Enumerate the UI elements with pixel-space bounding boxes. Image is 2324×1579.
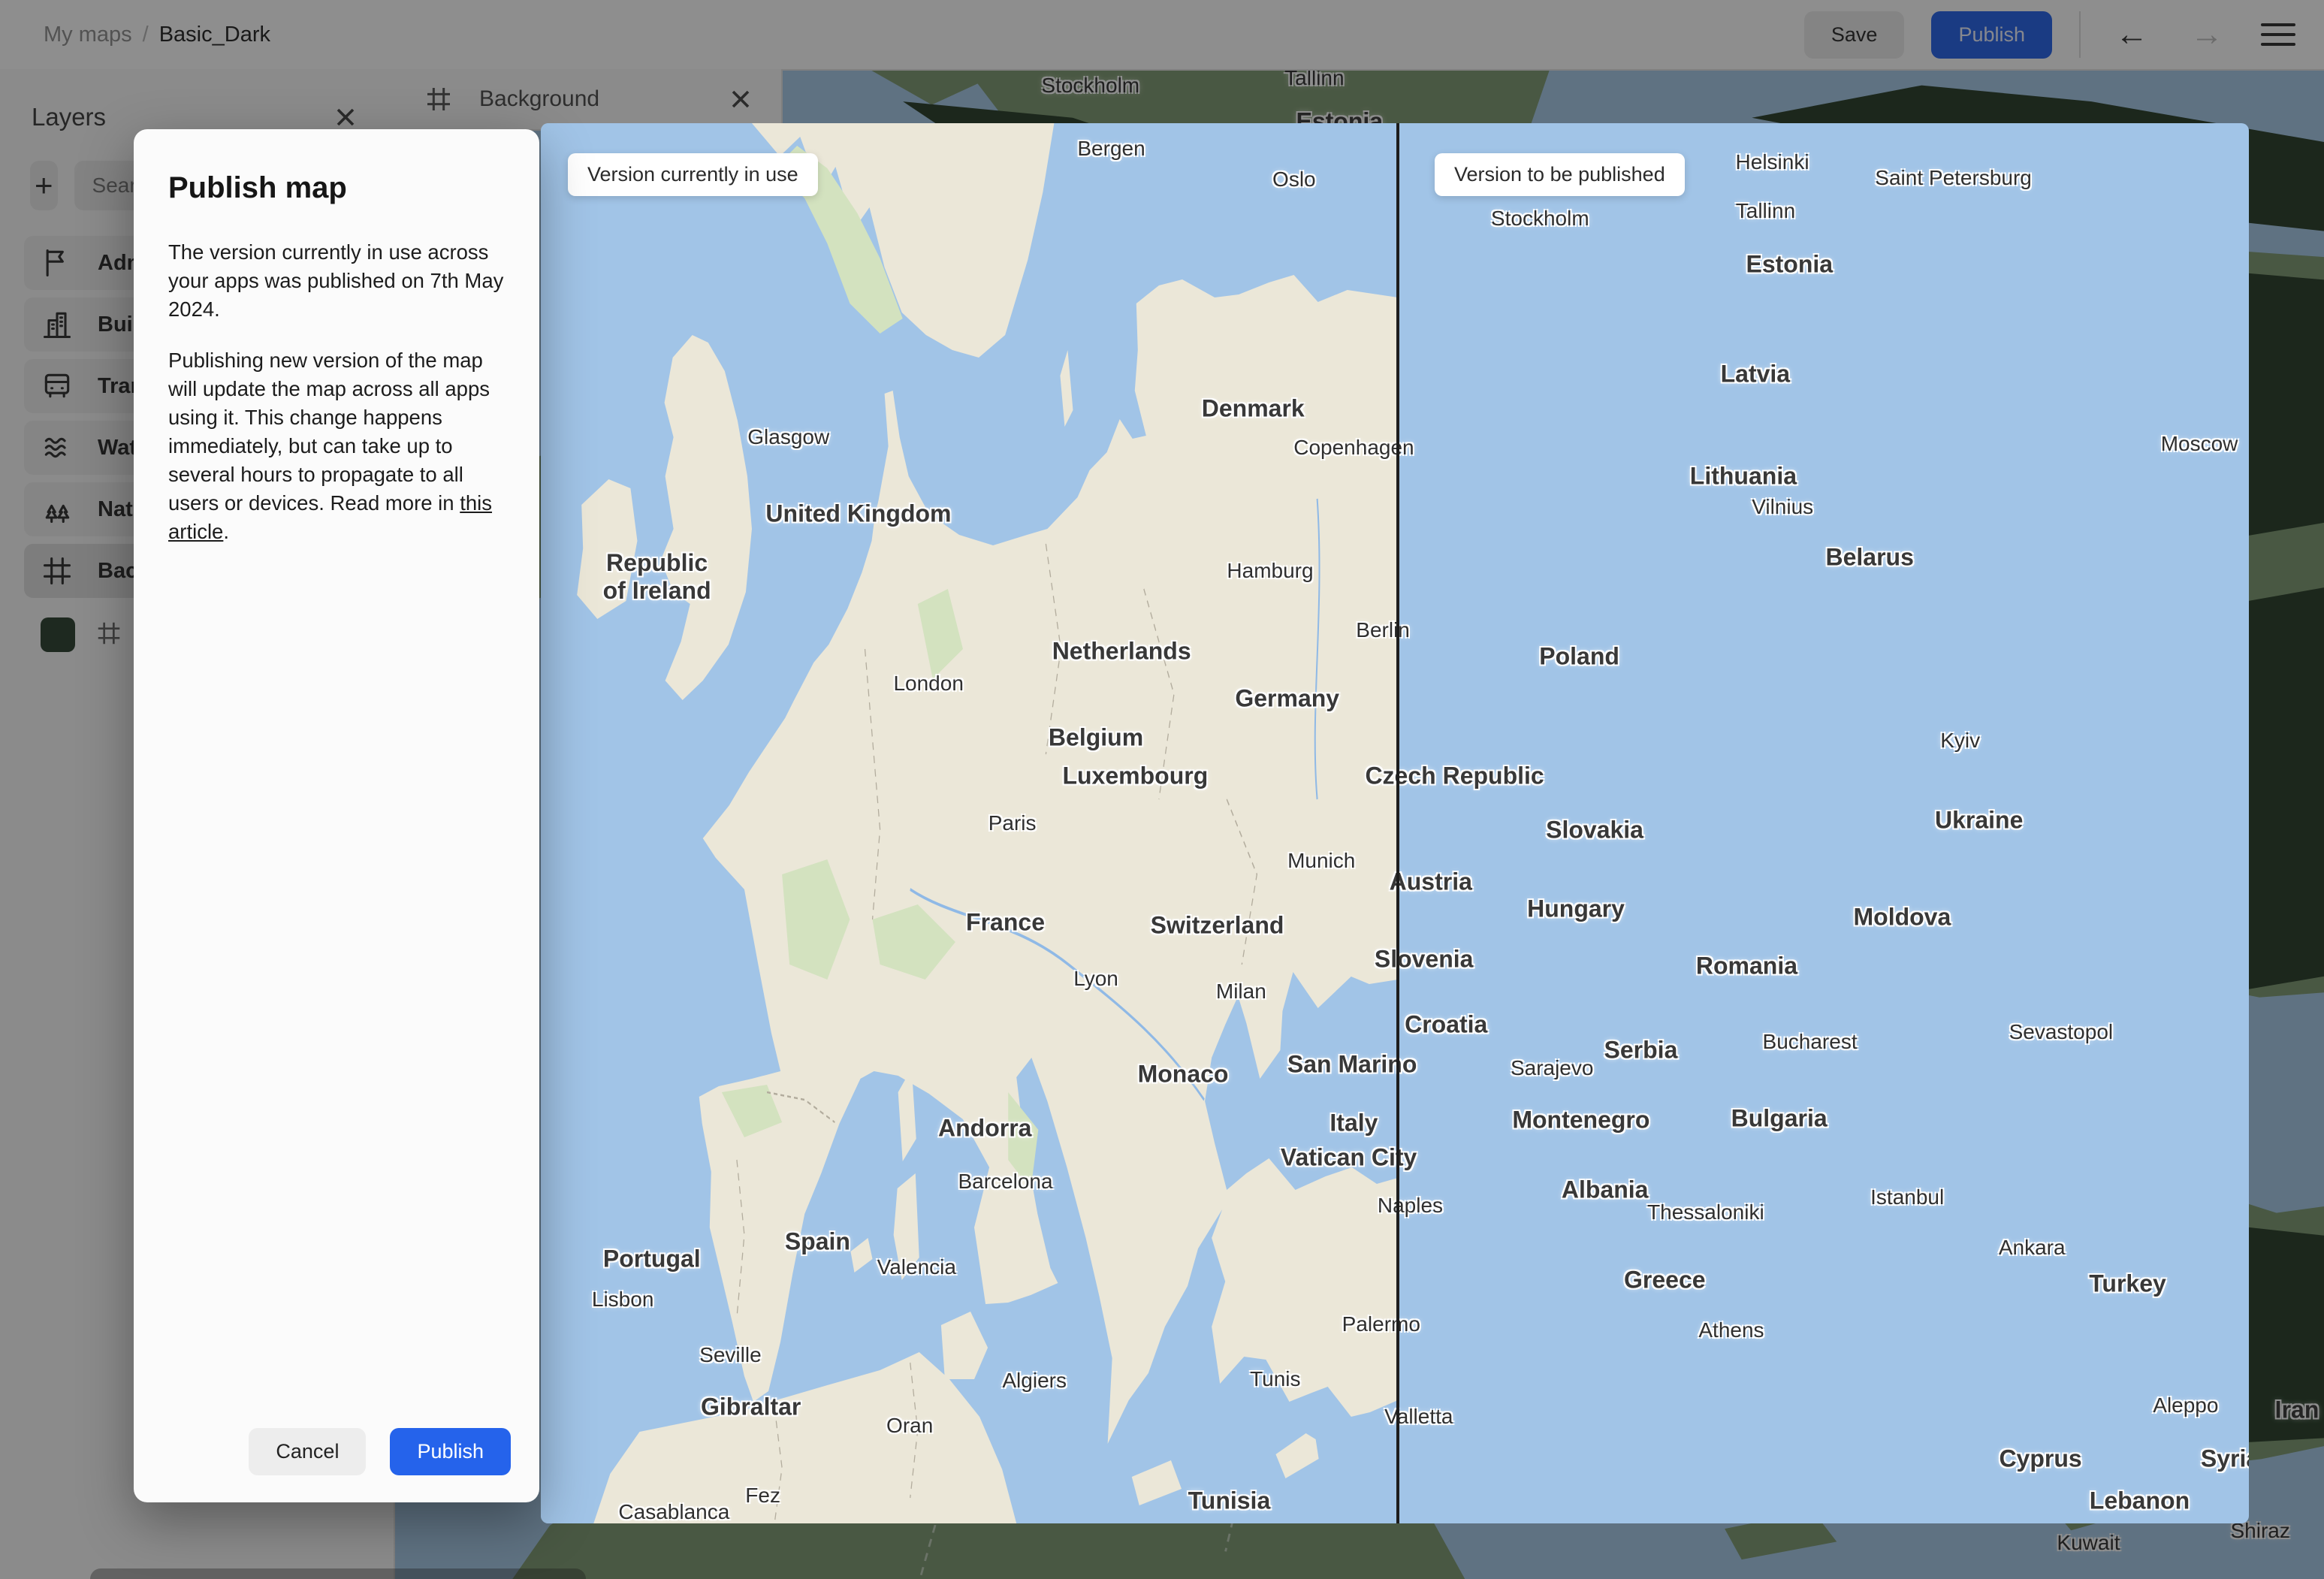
flag-icon: [41, 246, 74, 279]
top-bar: My maps / Basic_Dark Save Publish ← →: [0, 0, 2324, 71]
bottom-toolbar-peek: [90, 1568, 586, 1579]
modal-title: Publish map: [168, 171, 347, 204]
breadcrumb: My maps / Basic_Dark: [44, 23, 270, 47]
publish-button-topbar[interactable]: Publish: [1931, 11, 2052, 59]
breadcrumb-my-maps[interactable]: My maps: [44, 23, 132, 47]
publish-button-modal[interactable]: Publish: [390, 1428, 511, 1475]
hamburger-menu-icon[interactable]: [2258, 19, 2298, 50]
close-icon[interactable]: [723, 81, 759, 117]
cancel-button[interactable]: Cancel: [249, 1428, 367, 1475]
modal-paragraph-2: Publishing new version of the map will u…: [168, 349, 493, 543]
version-compare-view[interactable]: United Kingdom Republic of Ireland Denmark…: [541, 123, 2249, 1523]
modal-paragraph-1: The version currently in use across your…: [168, 240, 504, 321]
background-tab-title: Background: [479, 86, 600, 111]
waves-icon: [41, 431, 74, 464]
undo-arrow-left-icon[interactable]: ←: [2108, 15, 2156, 54]
map-pane-current-version[interactable]: [541, 123, 1398, 1523]
breadcrumb-separator: /: [142, 22, 149, 47]
redo-arrow-right-icon[interactable]: →: [2183, 15, 2231, 54]
save-button[interactable]: Save: [1803, 11, 1905, 59]
frame-icon: [41, 554, 74, 587]
trees-icon: [41, 493, 74, 526]
current-version-chip: Version currently in use: [568, 153, 818, 196]
compare-divider-handle[interactable]: [1396, 123, 1399, 1523]
building-icon: [41, 308, 74, 341]
layers-panel-title: Layers: [32, 103, 107, 131]
map-pane-new-version[interactable]: [1398, 123, 2249, 1523]
layer-color-swatch[interactable]: [41, 617, 75, 652]
breadcrumb-map-name: Basic_Dark: [158, 22, 270, 47]
bus-icon: [41, 370, 74, 403]
frame-icon: [95, 619, 123, 651]
background-tab-panel: Background: [394, 69, 783, 131]
toolbar-divider: [2079, 11, 2081, 58]
new-version-chip: Version to be published: [1435, 153, 1685, 196]
publish-map-modal: Publish map The version currently in use…: [134, 129, 539, 1502]
add-layer-button[interactable]: +: [30, 161, 58, 210]
frame-icon: [424, 84, 454, 114]
